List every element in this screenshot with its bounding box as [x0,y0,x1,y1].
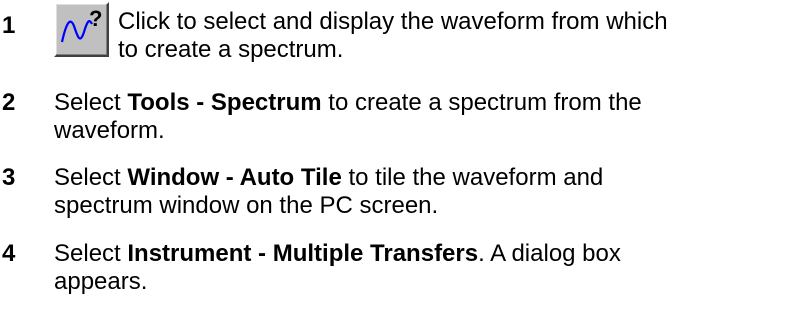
menu-path-instrument-multiple-transfers: Instrument - Multiple Transfers [127,240,479,267]
step-text-line: spectrum window on the PC screen. [54,192,439,219]
step-text-post: . A dialog box [478,240,621,267]
step-text-line: appears. [54,268,148,295]
step-number: 2 [2,89,16,116]
step-4-body: Select Instrument - Multiple Transfers. … [54,240,806,296]
waveform-question-icon: ? [60,6,102,43]
step-number: 4 [2,240,16,267]
step-3-body: Select Window - Auto Tile to tile the wa… [54,164,806,220]
waveform-select-help-icon[interactable]: ? [54,2,109,57]
step-text-line: Click to select and display the waveform… [118,8,668,35]
step-text-post: to tile the waveform and [341,164,604,191]
svg-text:?: ? [89,6,102,31]
step-text-pre: Select [54,164,128,191]
step-number: 1 [2,12,16,39]
step-1-text: Click to select and display the waveform… [118,8,808,64]
step-text-pre: Select [54,89,128,116]
step-text-post: to create a spectrum from the [321,89,642,116]
step-text-line: Select Instrument - Multiple Transfers. … [54,240,806,268]
menu-path-window-auto-tile: Window - Auto Tile [127,164,342,191]
step-text-line: Select Tools - Spectrum to create a spec… [54,89,806,117]
step-text-pre: Select [54,240,128,267]
menu-path-tools-spectrum: Tools - Spectrum [127,89,322,116]
step-text-line: waveform. [54,117,165,144]
step-text-line: Select Window - Auto Tile to tile the wa… [54,164,806,192]
step-2-body: Select Tools - Spectrum to create a spec… [54,89,806,145]
step-number: 3 [2,164,16,191]
step-text-line: to create a spectrum. [118,36,344,63]
